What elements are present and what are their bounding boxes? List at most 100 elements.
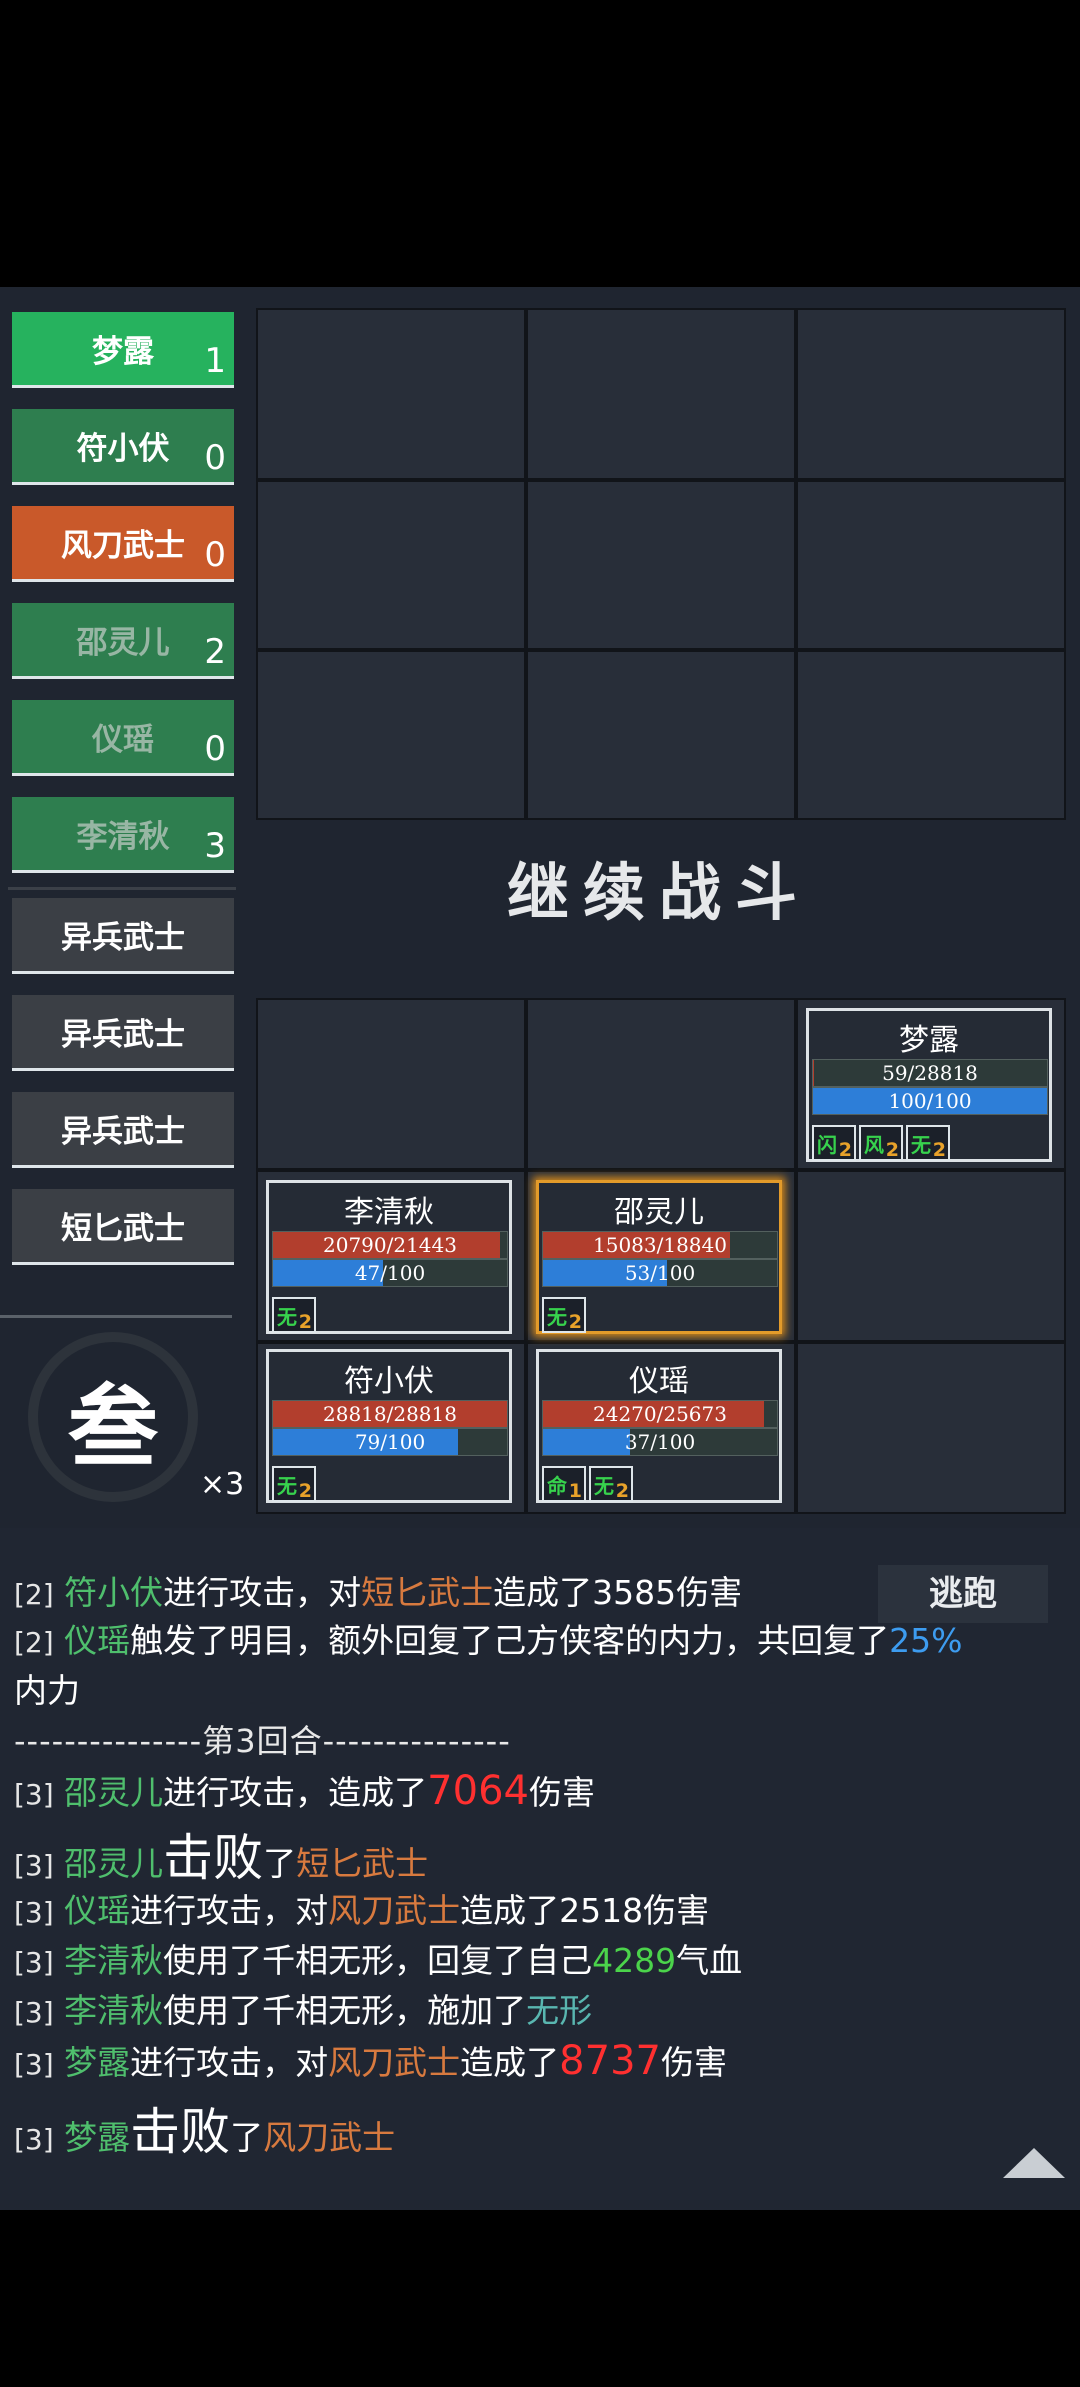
log-target: 短匕武士	[361, 1573, 494, 1612]
enemy-grid-cell[interactable]	[526, 650, 796, 820]
log-text: 了	[230, 2118, 264, 2157]
unit-card-yiyao[interactable]: 仪瑶 24270/25673 37/100 命1无2	[536, 1349, 782, 1503]
log-actor: 符小伏	[64, 1573, 164, 1612]
log-heal: 4289	[592, 1941, 677, 1980]
log-text: 伤害	[528, 1773, 595, 1812]
enemy-grid-cell[interactable]	[526, 308, 796, 480]
buff-stack: 2	[298, 1480, 312, 1502]
log-line: [3] 仪瑶进行攻击，对风刀武士造成了2518伤害	[14, 1884, 709, 1932]
roster-enemy-2[interactable]: 异兵武士	[12, 995, 234, 1071]
buff-glyph: 无	[547, 1305, 567, 1329]
roster-name: 风刀武士	[61, 528, 185, 564]
roster-ally-5[interactable]: 仪瑶 0	[12, 700, 234, 776]
log-text: 使用了千相无形，施加了	[163, 1991, 527, 2030]
enemy-grid-cell[interactable]	[796, 480, 1066, 650]
buff-icon[interactable]: 闪2	[812, 1125, 856, 1161]
mp-text: 47/100	[354, 1261, 426, 1285]
log-text: 内力	[14, 1671, 80, 1710]
roster-enemy-4[interactable]: 短匕武士	[12, 1189, 234, 1265]
log-actor: 梦露	[64, 2118, 131, 2157]
enemy-grid-cell[interactable]	[526, 480, 796, 650]
log-line: [3] 邵灵儿击败了短匕武士	[14, 1818, 428, 1890]
log-round-tag: [3]	[14, 1946, 54, 1979]
buff-stack: 2	[885, 1139, 899, 1161]
enemy-grid-cell[interactable]	[256, 308, 526, 480]
log-line: [3] 梦露击败了风刀武士	[14, 2092, 395, 2164]
buff-icon[interactable]: 无2	[542, 1297, 586, 1333]
log-actor: 邵灵儿	[64, 1844, 164, 1883]
log-actor: 李清秋	[64, 1991, 164, 2030]
log-line: [3] 李清秋使用了千相无形，回复了自己4289气血	[14, 1934, 742, 1982]
log-text: 了	[263, 1844, 297, 1883]
roster-enemy-1[interactable]: 异兵武士	[12, 898, 234, 974]
roster-name: 邵灵儿	[76, 625, 170, 661]
log-text: 触发了明目，额外回复了己方侠客的内力，共回复了	[130, 1621, 890, 1660]
log-line: [3] 邵灵儿进行攻击，造成了7064伤害	[14, 1766, 595, 1814]
log-line: [3] 梦露进行攻击，对风刀武士造成了8737伤害	[14, 2036, 727, 2084]
round-emblem: 叁	[28, 1332, 198, 1502]
buff-icon[interactable]: 无2	[272, 1297, 316, 1333]
log-text: 造成了	[460, 2043, 560, 2082]
scroll-up-icon[interactable]	[1003, 2148, 1065, 2178]
log-actor: 仪瑶	[64, 1891, 131, 1930]
unit-card-liqingqiu[interactable]: 李清秋 20790/21443 47/100 无2	[266, 1180, 512, 1334]
buff-icon[interactable]: 命1	[542, 1466, 586, 1502]
enemy-grid-cell[interactable]	[256, 480, 526, 650]
roster-ally-6[interactable]: 李清秋 3	[12, 797, 234, 873]
roster-enemy-3[interactable]: 异兵武士	[12, 1092, 234, 1168]
enemy-grid-cell[interactable]	[256, 650, 526, 820]
buff-glyph: 风	[864, 1133, 884, 1157]
roster-ally-2[interactable]: 符小伏 0	[12, 409, 234, 485]
log-text: 进行攻击，对	[130, 1891, 329, 1930]
roster-count: 0	[204, 535, 226, 575]
ally-grid-cell[interactable]	[796, 1342, 1066, 1514]
roster-count: 3	[204, 826, 226, 866]
buff-list: 命1无2	[542, 1466, 636, 1502]
ally-grid-cell[interactable]	[526, 998, 796, 1170]
hp-text: 20790/21443	[323, 1233, 457, 1257]
log-text: 气血	[676, 1941, 743, 1980]
roster-ally-4[interactable]: 邵灵儿 2	[12, 603, 234, 679]
log-actor: 梦露	[64, 2043, 131, 2082]
buff-icon[interactable]: 风2	[859, 1125, 903, 1161]
log-line: [2] 符小伏进行攻击，对短匕武士造成了3585伤害	[14, 1566, 742, 1614]
roster-sidebar: 梦露 1 符小伏 0 风刀武士 0 邵灵儿 2 仪瑶 0 李清秋 3 异兵武士 …	[12, 312, 234, 1286]
roster-ally-3[interactable]: 风刀武士 0	[12, 506, 234, 582]
buff-stack: 2	[838, 1139, 852, 1161]
unit-name: 李清秋	[344, 1195, 434, 1230]
enemy-grid-cell[interactable]	[796, 308, 1066, 480]
log-round-tag: [3]	[14, 1896, 54, 1929]
hp-bar: 20790/21443	[272, 1231, 508, 1259]
continue-battle-button[interactable]: 继续战斗	[254, 842, 1064, 932]
roster-divider	[8, 887, 236, 890]
mp-bar: 37/100	[542, 1428, 778, 1456]
log-damage: 8737	[559, 2038, 661, 2084]
hp-bar: 15083/18840	[542, 1231, 778, 1259]
buff-glyph: 闪	[817, 1133, 837, 1157]
unit-name: 梦露	[899, 1023, 959, 1058]
log-text: 进行攻击，对	[163, 1573, 362, 1612]
log-actor: 仪瑶	[64, 1621, 131, 1660]
log-round-tag: [3]	[14, 1996, 54, 2029]
buff-icon[interactable]: 无2	[906, 1125, 950, 1161]
roster-name: 符小伏	[76, 431, 170, 467]
roster-name: 异兵武士	[61, 920, 185, 956]
enemy-grid-cell[interactable]	[796, 650, 1066, 820]
roster-name: 仪瑶	[92, 722, 154, 758]
unit-card-shaolinger[interactable]: 邵灵儿 15083/18840 53/100 无2	[536, 1180, 782, 1334]
roster-count: 0	[204, 729, 226, 769]
unit-card-menglu[interactable]: 梦露 59/28818 100/100 闪2风2无2	[806, 1008, 1052, 1162]
log-target: 短匕武士	[296, 1844, 429, 1883]
buff-icon[interactable]: 无2	[589, 1466, 633, 1502]
buff-icon[interactable]: 无2	[272, 1466, 316, 1502]
speed-toggle[interactable]: ×3	[200, 1467, 244, 1502]
log-line: [3] 李清秋使用了千相无形，施加了无形	[14, 1984, 592, 2032]
ally-grid-cell[interactable]	[796, 1170, 1066, 1342]
ally-grid-cell[interactable]	[256, 998, 526, 1170]
buff-list: 无2	[542, 1297, 589, 1333]
unit-card-fuxiaofu[interactable]: 符小伏 28818/28818 79/100 无2	[266, 1349, 512, 1503]
log-actor: 李清秋	[64, 1941, 164, 1980]
roster-ally-1[interactable]: 梦露 1	[12, 312, 234, 388]
log-round-tag: [3]	[14, 1849, 54, 1882]
buff-list: 无2	[272, 1297, 319, 1333]
